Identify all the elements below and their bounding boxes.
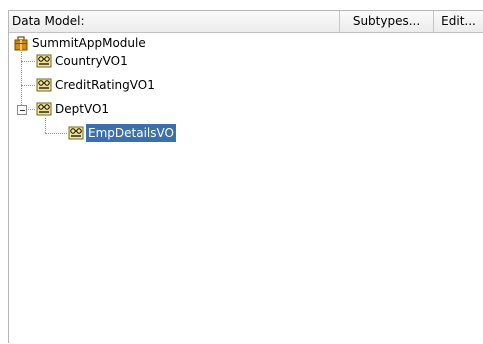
- data-model-header: Data Model: Subtypes... Edit...: [9, 11, 483, 33]
- application-module-icon: [14, 36, 28, 51]
- data-model-title: Data Model:: [12, 14, 85, 28]
- tree-node-label-selected: EmpDetailsVO: [86, 124, 176, 142]
- tree-node-label: DeptVO1: [55, 102, 110, 116]
- tree-connector: [21, 61, 35, 62]
- tree-node-label: SummitAppModule: [32, 36, 146, 50]
- subtypes-button[interactable]: Subtypes...: [339, 11, 433, 32]
- edit-button[interactable]: Edit...: [433, 11, 483, 32]
- tree-expander-deptvo1[interactable]: [17, 105, 27, 115]
- tree-connector: [45, 118, 46, 133]
- tree-node-label: CountryVO1: [55, 54, 128, 68]
- tree-connector: [26, 109, 35, 110]
- view-object-icon: [36, 78, 52, 92]
- data-model-panel: Data Model: Subtypes... Edit... SummitAp…: [8, 10, 483, 343]
- view-object-icon: [36, 54, 52, 68]
- tree-connector: [21, 85, 35, 86]
- tree-connector: [45, 133, 67, 134]
- tree-node-label: CreditRatingVO1: [55, 78, 155, 92]
- view-object-icon: [68, 126, 84, 140]
- view-object-icon: [36, 102, 52, 116]
- data-model-tree[interactable]: SummitAppModule CountryVO1 CreditRatingV…: [9, 34, 483, 344]
